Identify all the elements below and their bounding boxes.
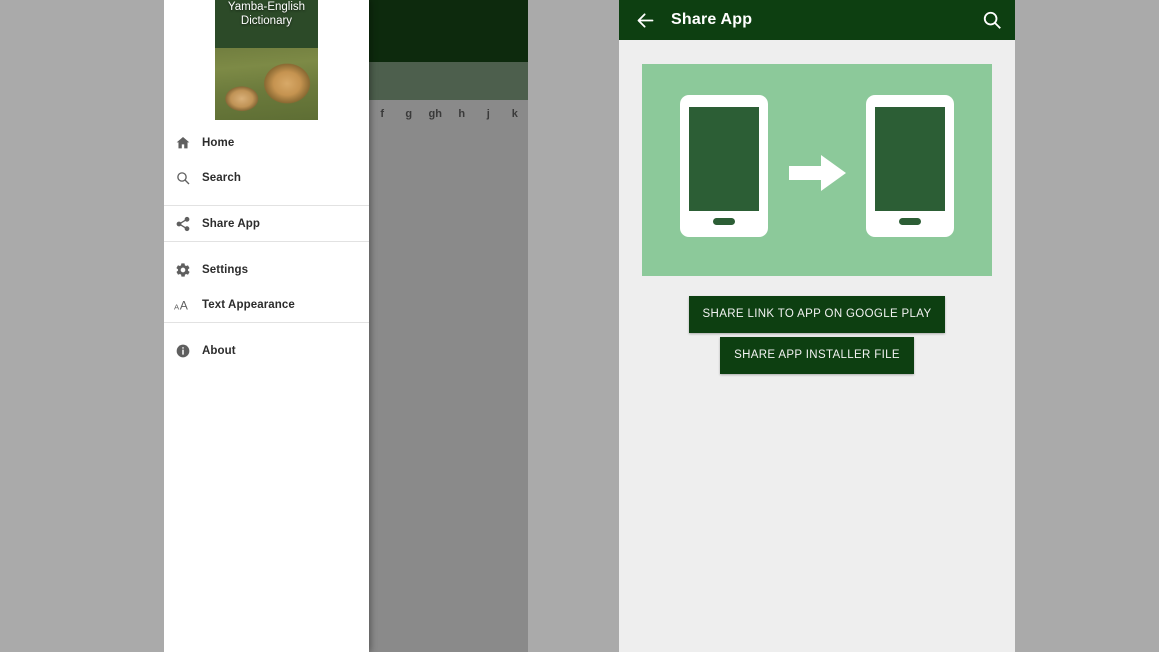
share-actions: SHARE LINK TO APP ON GOOGLE PLAY SHARE A…	[619, 296, 1015, 374]
sidebar-item-label: About	[202, 344, 236, 357]
home-icon	[164, 135, 202, 151]
arrow-left-icon[interactable]	[625, 0, 665, 40]
text-size-icon: AA	[164, 297, 202, 313]
sidebar-item-label: Search	[202, 171, 241, 184]
sidebar-item-share-app[interactable]: Share App	[164, 206, 369, 241]
alphabet-tab[interactable]: h	[449, 108, 476, 120]
drawer-menu: Home Search Share App Settings A A Text …	[164, 125, 369, 368]
search-icon[interactable]	[981, 9, 1003, 31]
dimmed-app-bar	[369, 0, 528, 62]
drawer-divider	[164, 322, 369, 323]
drawer-header-title-line2: Dictionary	[240, 14, 293, 27]
sidebar-item-label: Settings	[202, 263, 249, 276]
right-screenshot-share-app: Share App SHARE LINK TO APP ON GOOGLE PL…	[619, 0, 1015, 652]
search-icon	[164, 170, 202, 186]
gear-icon	[164, 262, 202, 278]
sidebar-item-search[interactable]: Search	[164, 160, 369, 195]
sidebar-item-label: Share App	[202, 217, 260, 230]
alphabet-tab[interactable]: k	[502, 108, 529, 120]
app-bar: Share App	[619, 0, 1015, 40]
dimmed-app-behind-drawer: f g gh h j k	[369, 0, 528, 652]
drawer-header: Yamba-English Dictionary	[215, 0, 318, 120]
svg-text:A: A	[174, 302, 180, 311]
sidebar-item-home[interactable]: Home	[164, 125, 369, 160]
share-icon	[164, 216, 202, 232]
alphabet-tab[interactable]: j	[475, 108, 502, 120]
alphabet-tab-strip[interactable]: f g gh h j k	[369, 100, 528, 127]
illustration-phone-home-button	[713, 218, 735, 225]
sidebar-item-about[interactable]: About	[164, 333, 369, 368]
dimmed-app-content	[369, 127, 528, 652]
alphabet-tab[interactable]: f	[369, 108, 396, 120]
alphabet-tab[interactable]: gh	[422, 108, 449, 120]
navigation-drawer: Yamba-English Dictionary Home Search Sha…	[164, 0, 369, 652]
info-icon	[164, 343, 202, 359]
arrow-right-icon	[789, 153, 846, 193]
sidebar-item-label: Text Appearance	[202, 298, 295, 311]
share-installer-file-button[interactable]: SHARE APP INSTALLER FILE	[720, 337, 914, 374]
sidebar-item-label: Home	[202, 136, 235, 149]
sidebar-item-settings[interactable]: Settings	[164, 252, 369, 287]
illustration-phone-screen	[689, 107, 759, 211]
illustration-phone-home-button	[899, 218, 921, 225]
drawer-divider	[164, 241, 369, 242]
sidebar-item-text-appearance[interactable]: AA Text Appearance	[164, 287, 369, 322]
svg-text:A: A	[180, 298, 189, 312]
left-screenshot-drawer-open: ▣ f g gh h j k Yamba-English	[164, 0, 528, 652]
drawer-header-title-line1: Yamba-English	[227, 1, 306, 13]
share-google-play-button[interactable]: SHARE LINK TO APP ON GOOGLE PLAY	[688, 296, 946, 333]
illustration-phone-target	[866, 95, 954, 237]
dimmed-tab-strip	[369, 62, 528, 100]
illustration-phone-source	[680, 95, 768, 237]
alphabet-tab[interactable]: g	[396, 108, 423, 120]
page-root: ▣ f g gh h j k Yamba-English	[0, 0, 1159, 652]
drawer-header-photo	[215, 44, 318, 120]
drawer-header-title: Yamba-English Dictionary	[215, 1, 318, 28]
share-illustration	[642, 64, 992, 276]
illustration-phone-screen	[875, 107, 945, 211]
page-title: Share App	[671, 11, 753, 28]
